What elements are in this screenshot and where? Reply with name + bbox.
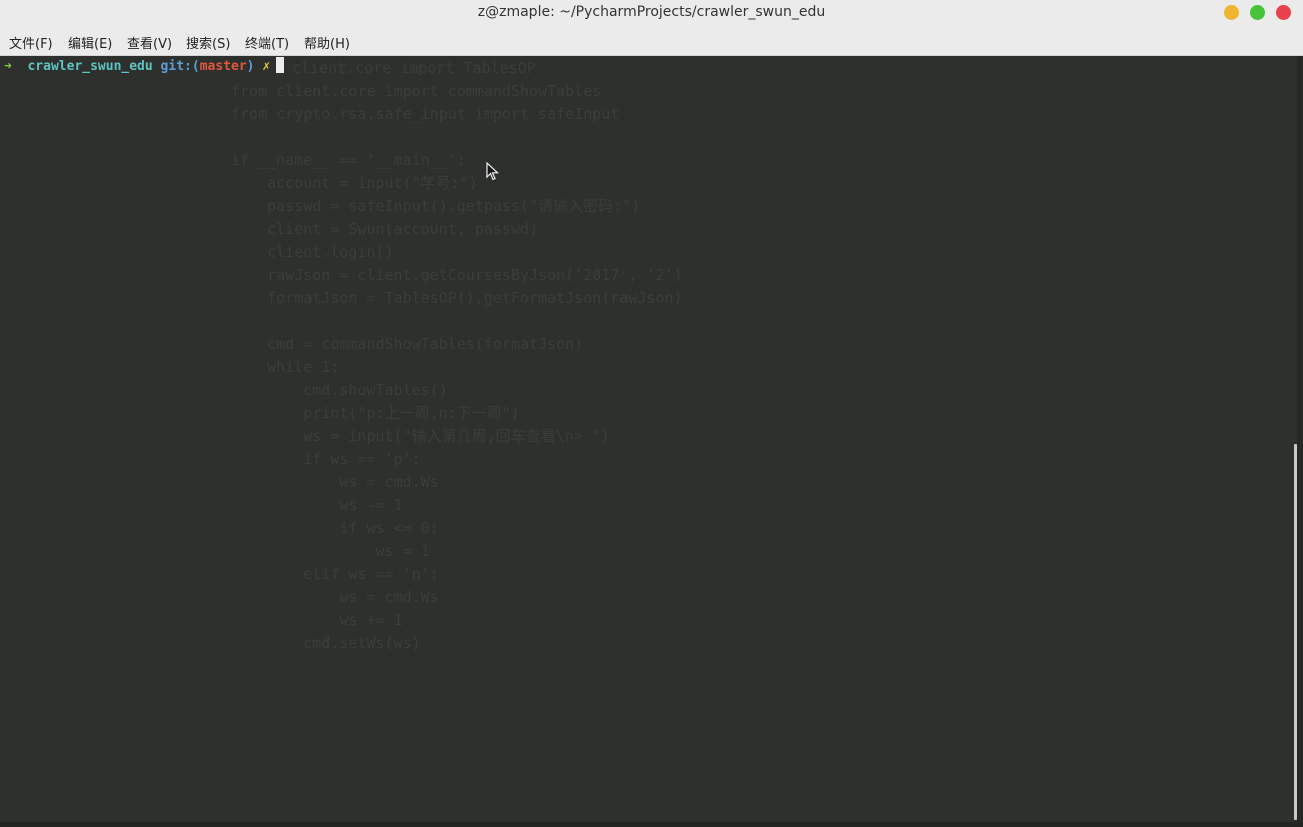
prompt-arrow-icon: ➜ <box>4 59 12 74</box>
menu-search[interactable]: 搜索(S) <box>186 33 230 52</box>
title-bar[interactable]: z@zmaple: ~/PycharmProjects/crawler_swun… <box>0 0 1303 28</box>
background-code-watermark: client.core import TablesOP from client.c… <box>0 56 1297 824</box>
window-title: z@zmaple: ~/PycharmProjects/crawler_swun… <box>477 4 826 20</box>
watermark-code-line: while 1: <box>231 358 340 376</box>
watermark-code-line: cmd = commandShowTables(formatJson) <box>231 335 584 353</box>
menu-terminal[interactable]: 终端(T) <box>245 33 289 52</box>
watermark-code-line: ws = 1 <box>231 542 430 560</box>
watermark-code-line: ws = cmd.Ws <box>231 588 439 606</box>
prompt-directory: crawler_swun_edu <box>27 59 153 74</box>
watermark-code-line: if __name__ == '__main__': <box>231 151 466 169</box>
watermark-code-line: ws = input("输入第几周,回车查看\n> ") <box>231 427 610 445</box>
watermark-code-line: ws -= 1 <box>231 496 403 514</box>
watermark-code-line: print("p:上一周,n:下一周") <box>231 404 520 422</box>
watermark-code-line: formatJson = TablesOP().getFormatJson(ra… <box>231 289 683 307</box>
maximize-button[interactable] <box>1250 5 1265 20</box>
watermark-code-line: from client.core import commandShowTable… <box>231 82 602 100</box>
close-button[interactable] <box>1276 5 1291 20</box>
prompt-dirty-marker: ✗ <box>262 59 271 74</box>
prompt-git-prefix: git:( <box>160 59 200 74</box>
watermark-code-line: rawJson = client.getCoursesByJson('2017'… <box>231 266 683 284</box>
minimize-button[interactable] <box>1224 5 1239 20</box>
text-cursor <box>276 57 285 73</box>
watermark-code-line: passwd = safeInput().getpass("请输入密码:") <box>231 197 641 215</box>
right-border <box>1297 56 1303 827</box>
watermark-code-line: account = input("学号:") <box>231 174 478 192</box>
terminal-area[interactable]: client.core import TablesOP from client.c… <box>0 56 1297 824</box>
prompt-git-suffix: ) <box>246 59 255 74</box>
watermark-code-line: client.login() <box>231 243 394 261</box>
watermark-code-line: cmd.setWs(ws) <box>231 634 421 652</box>
watermark-code-line: ws = cmd.Ws <box>231 473 439 491</box>
menu-bar: 文件(F) 编辑(E) 查看(V) 搜索(S) 终端(T) 帮助(H) <box>0 28 1303 56</box>
bottom-border <box>0 822 1303 827</box>
shell-prompt: ➜ crawler_swun_edu git:(master) ✗ <box>4 57 285 76</box>
watermark-code-line: elif ws == 'n': <box>231 565 439 583</box>
mouse-pointer-icon <box>486 162 500 181</box>
menu-help[interactable]: 帮助(H) <box>304 33 350 52</box>
menu-edit[interactable]: 编辑(E) <box>68 33 112 52</box>
terminal-window: z@zmaple: ~/PycharmProjects/crawler_swun… <box>0 0 1303 827</box>
scrollbar[interactable] <box>1294 444 1297 820</box>
watermark-code-line: if ws == 'p': <box>231 450 421 468</box>
menu-file[interactable]: 文件(F) <box>9 33 53 52</box>
watermark-code-line: cmd.showTables() <box>231 381 448 399</box>
menu-view[interactable]: 查看(V) <box>127 33 172 52</box>
prompt-git-branch: master <box>199 59 247 74</box>
watermark-code-line: client.core import TablesOP <box>292 59 536 77</box>
watermark-code-line: client = Swun(account, passwd) <box>231 220 539 238</box>
watermark-code-line: if ws <= 0: <box>231 519 439 537</box>
watermark-code-line: from crypto.rsa.safe_input import safeIn… <box>231 105 620 123</box>
watermark-code-line: ws += 1 <box>231 611 403 629</box>
